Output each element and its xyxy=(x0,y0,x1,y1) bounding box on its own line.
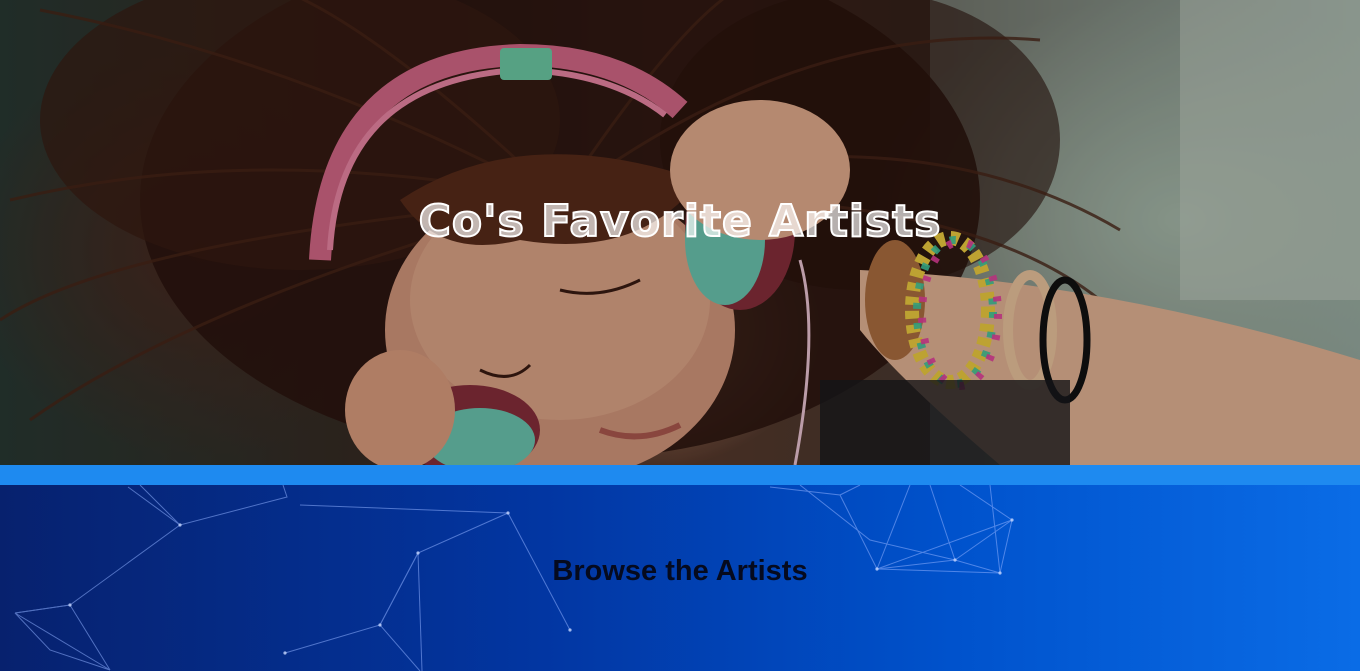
browse-section: Browse the Artists xyxy=(0,485,1360,671)
browse-heading: Browse the Artists xyxy=(552,555,808,587)
section-divider xyxy=(0,465,1360,485)
page: Co's Favorite Artists Co's Favorite Arti… xyxy=(0,0,1360,671)
hero-banner: Co's Favorite Artists Co's Favorite Arti… xyxy=(0,0,1360,465)
hero-title: Co's Favorite Artists xyxy=(418,195,942,248)
